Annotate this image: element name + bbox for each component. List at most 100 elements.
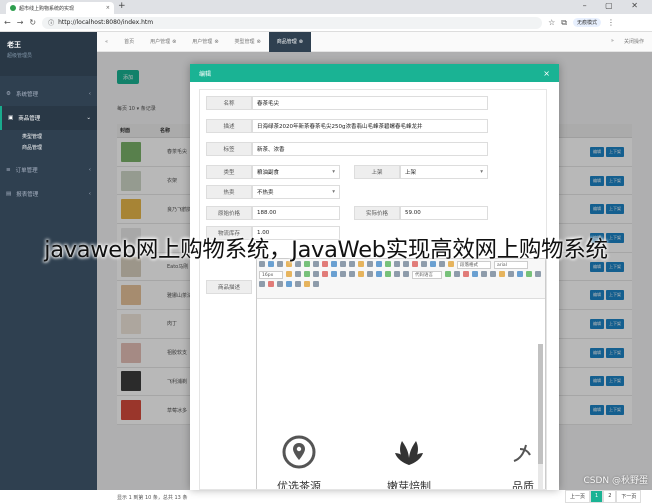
hot-select[interactable]: 不热卖 ▾ — [252, 185, 340, 199]
info-icon[interactable]: ⓘ — [48, 18, 54, 27]
chevron-down-icon: ▾ — [480, 169, 483, 175]
submenu-item-goods[interactable]: 商品管理 — [22, 143, 97, 154]
window-controls[interactable]: – ▢ ✕ — [583, 1, 646, 10]
name-input[interactable]: 春茶毛尖 — [252, 96, 488, 110]
close-icon[interactable]: × — [543, 69, 550, 78]
forward-icon[interactable]: → — [17, 18, 24, 27]
toolbar-icon[interactable] — [394, 271, 400, 277]
toolbar-icon[interactable] — [259, 281, 265, 287]
address-bar-row: ← → ↻ ⓘ http://localhost:8080/index.htm … — [0, 14, 652, 32]
real-price-label: 实际价格 — [354, 206, 400, 220]
toolbar-icon[interactable] — [268, 281, 274, 287]
orig-price-input[interactable]: 188.00 — [252, 206, 340, 220]
toolbar-icon[interactable] — [340, 271, 346, 277]
browser-tab[interactable]: 超市线上购物系统的实现 × — [6, 2, 114, 14]
toolbar-icon[interactable] — [445, 271, 451, 277]
page-1[interactable]: 1 — [590, 490, 604, 503]
toolbar-icon[interactable] — [322, 271, 328, 277]
detail-row: 商品描述 — [206, 280, 252, 294]
toolbar-icon[interactable] — [499, 271, 505, 277]
toolbar-icon[interactable] — [286, 271, 292, 277]
type-row: 类型 粮油副食 ▾ — [206, 165, 340, 179]
url-field[interactable]: ⓘ http://localhost:8080/index.htm — [42, 16, 543, 29]
tab-prev-icon[interactable]: « — [97, 32, 116, 52]
toolbar-icon[interactable] — [472, 271, 478, 277]
toolbar-icon[interactable] — [331, 271, 337, 277]
sidebar-item-label: 系统管理 — [15, 92, 38, 98]
toolbar-icon[interactable] — [277, 281, 283, 287]
menu-icon[interactable]: ⋮ — [607, 18, 615, 27]
real-price-input[interactable]: 59.00 — [400, 206, 488, 220]
toolbar-icon[interactable] — [367, 271, 373, 277]
editor-scrollbar[interactable] — [538, 344, 543, 489]
toolbar-icon[interactable] — [295, 271, 301, 277]
font-size-select[interactable]: 16px — [259, 271, 283, 279]
toolbar-icon[interactable] — [535, 271, 541, 277]
back-icon[interactable]: ← — [4, 18, 11, 27]
tab-users-2[interactable]: 用户管理 ⊗ — [184, 32, 226, 52]
toolbar-icon[interactable] — [358, 271, 364, 277]
toolbar-icon[interactable] — [376, 271, 382, 277]
tab-bar: « 首页 用户管理 ⊗ 用户管理 ⊗ 类型管理 ⊗ 商品管理 ⊗ » 关闭操作 — [97, 31, 652, 52]
toolbar-icon[interactable] — [313, 281, 319, 287]
toolbar-icon[interactable] — [481, 271, 487, 277]
new-tab-button[interactable]: + — [118, 1, 126, 11]
prev-page[interactable]: 上一页 — [565, 490, 591, 503]
tab-next-icon[interactable]: » — [611, 38, 614, 45]
toolbar-icon[interactable] — [349, 271, 355, 277]
tab-label: 类型管理 — [234, 39, 255, 45]
star-icon[interactable]: ☆ — [548, 18, 555, 27]
toolbar-icon[interactable] — [286, 281, 292, 287]
tab-goods[interactable]: 商品管理 ⊗ — [268, 31, 311, 52]
sidebar-item-system[interactable]: ⚙ 系统管理 ‹ — [0, 82, 97, 106]
shelf-row: 上架 上架 ▾ — [354, 165, 488, 179]
type-value: 粮油副食 — [257, 170, 280, 176]
reload-icon[interactable]: ↻ — [29, 18, 36, 27]
toolbar-icon[interactable] — [463, 271, 469, 277]
tag-input[interactable]: 新茶、浓香 — [252, 142, 488, 156]
close-icon[interactable]: ⊗ — [257, 39, 261, 45]
sidebar-item-reports[interactable]: ▤ 报表管理 ‹ — [0, 182, 97, 206]
toolbar-icon[interactable] — [295, 281, 301, 287]
toolbar-icon[interactable] — [454, 271, 460, 277]
editor-content[interactable]: 优选茶源 嫩芽焙制 品质 — [257, 299, 545, 489]
close-icon[interactable]: ⊗ — [214, 39, 218, 45]
toolbar-icon[interactable] — [490, 271, 496, 277]
submenu: 类型管理 商品管理 — [0, 130, 97, 158]
submenu-item-type[interactable]: 类型管理 — [22, 132, 97, 143]
profile-badge[interactable]: 无痕模式 — [573, 18, 602, 27]
overlay-caption: javaweb网上购物系统，JavaWeb实现高效网上购物系统 — [44, 237, 608, 263]
toolbar-icon[interactable] — [517, 271, 523, 277]
tab-search-icon[interactable]: ⧉ — [561, 18, 567, 28]
rich-text-editor: 段落格式 arial 16px 代码语言 优选茶源 嫩芽焙制 品质 — [256, 258, 546, 489]
next-page[interactable]: 下一页 — [616, 490, 642, 503]
sidebar-item-orders[interactable]: ≡ 订单管理 ‹ — [0, 158, 97, 182]
tab-types[interactable]: 类型管理 ⊗ — [227, 32, 269, 52]
toolbar-icon[interactable] — [304, 281, 310, 287]
toolbar-icon[interactable] — [304, 271, 310, 277]
cube-icon: ▣ — [8, 115, 14, 121]
close-ops-button[interactable]: 关闭操作 — [624, 38, 644, 45]
close-icon[interactable]: ⊗ — [299, 39, 303, 45]
close-icon[interactable]: × — [106, 5, 110, 11]
tab-home[interactable]: 首页 — [116, 32, 142, 52]
tab-users[interactable]: 用户管理 ⊗ — [142, 32, 184, 52]
location-pin-icon — [282, 435, 316, 469]
page-2[interactable]: 2 — [603, 490, 617, 503]
sidebar-item-goods[interactable]: ▣ 商品管理 ⌄ — [0, 106, 97, 130]
toolbar-icon[interactable] — [403, 271, 409, 277]
edit-dialog: 编辑 × 名称 春茶毛尖 描述 日海绿茶2020年新茶春茶毛尖250g浓香翡山毛… — [190, 64, 559, 490]
toolbar-icon[interactable] — [508, 271, 514, 277]
code-language-select[interactable]: 代码语言 — [412, 271, 442, 279]
close-icon[interactable]: ⊗ — [172, 39, 176, 45]
toolbar-icon[interactable] — [313, 271, 319, 277]
dialog-body: 名称 春茶毛尖 描述 日海绿茶2020年新茶春茶毛尖250g浓香翡山毛峰茶碧螺春… — [199, 89, 547, 490]
name-row: 名称 春茶毛尖 — [206, 96, 488, 110]
feature-item: 优选茶源 — [259, 435, 339, 489]
shelf-label: 上架 — [354, 165, 400, 179]
type-select[interactable]: 粮油副食 ▾ — [252, 165, 340, 179]
desc-input[interactable]: 日海绿茶2020年新茶春茶毛尖250g浓香翡山毛峰茶碧螺春毛峰龙井 — [252, 119, 488, 133]
shelf-select[interactable]: 上架 ▾ — [400, 165, 488, 179]
toolbar-icon[interactable] — [385, 271, 391, 277]
toolbar-icon[interactable] — [526, 271, 532, 277]
